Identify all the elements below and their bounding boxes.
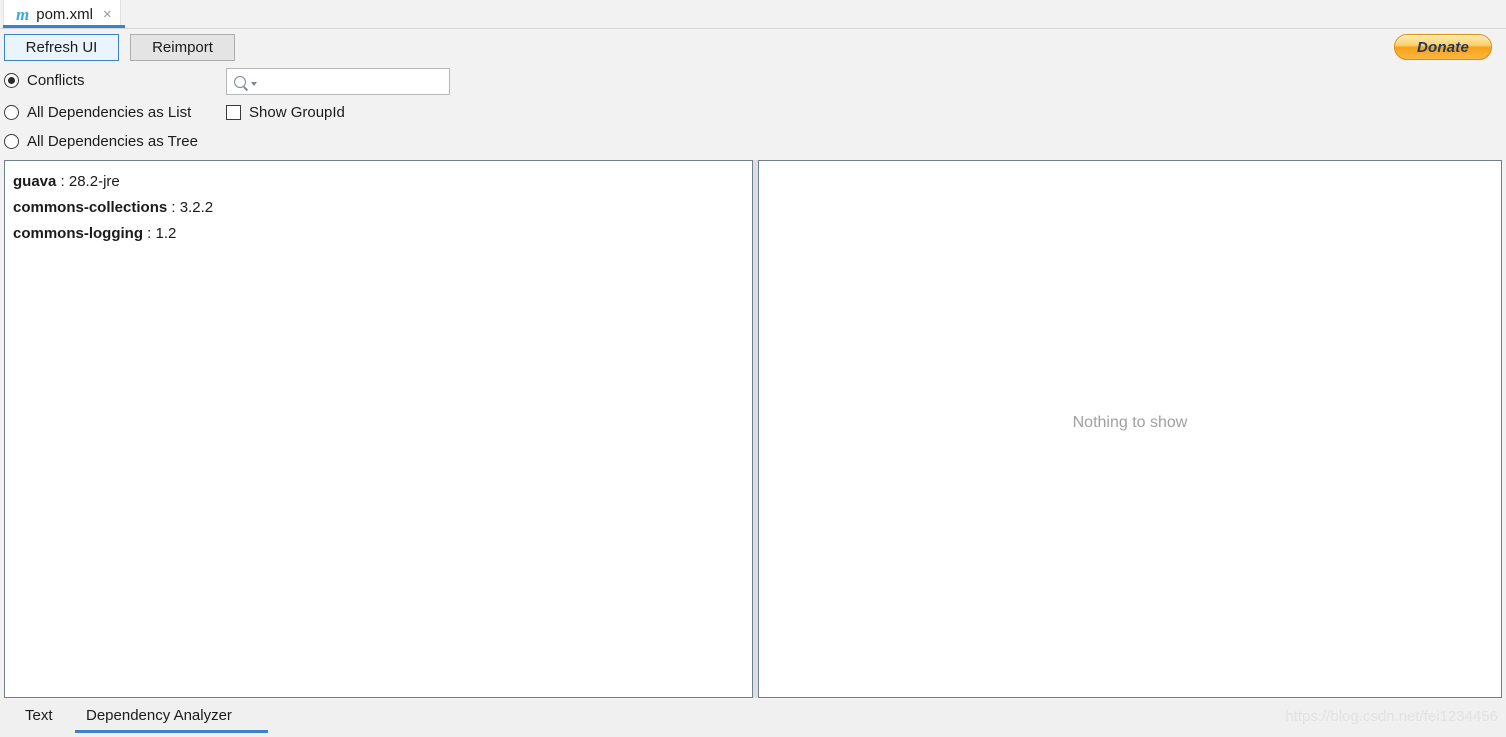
dependency-detail-panel[interactable]: Nothing to show — [758, 160, 1502, 698]
reimport-button-label: Reimport — [152, 39, 213, 56]
editor-tab-strip: m pom.xml × — [0, 0, 1506, 28]
radio-option-all-dependencies-as-list[interactable]: All Dependencies as List — [4, 104, 191, 121]
dependency-version: 28.2-jre — [68, 173, 120, 190]
dependency-separator: : — [143, 225, 156, 242]
donate-button[interactable]: Donate — [1394, 34, 1492, 60]
radio-option-all-dependencies-as-tree[interactable]: All Dependencies as Tree — [4, 133, 198, 150]
empty-state: Nothing to show — [759, 161, 1501, 697]
bottom-tab-active-indicator — [75, 730, 268, 733]
editor-tab-label: pom.xml — [36, 5, 93, 23]
dependency-version: 1.2 — [155, 225, 177, 242]
list-item[interactable]: commons-collections : 3.2.2 — [13, 195, 752, 221]
radio-option-conflicts[interactable]: Conflicts — [4, 72, 85, 89]
close-icon[interactable]: × — [103, 7, 112, 22]
radio-label-all-dependencies-as-list: All Dependencies as List — [27, 104, 192, 121]
donate-button-label: Donate — [1416, 38, 1470, 56]
empty-state-message: Nothing to show — [1072, 414, 1188, 431]
dependency-artifact-id: commons-logging — [13, 225, 143, 242]
tab-text[interactable]: Text — [25, 707, 53, 724]
reimport-button[interactable]: Reimport — [130, 34, 235, 61]
dependency-artifact-id: guava — [13, 173, 57, 190]
editor-tab-pom-xml[interactable]: m pom.xml × — [3, 0, 121, 28]
dependency-list: guava : 28.2-jre commons-collections : 3… — [5, 161, 752, 247]
tab-dependency-analyzer[interactable]: Dependency Analyzer — [86, 707, 232, 724]
checkbox-icon-show-groupid[interactable] — [226, 105, 241, 120]
radio-icon-all-dependencies-as-list[interactable] — [4, 105, 19, 120]
radio-icon-conflicts[interactable] — [4, 73, 19, 88]
search-icon — [234, 75, 246, 88]
analyzer-options: Conflicts All Dependencies as List All D… — [0, 66, 1506, 159]
dependency-separator: : — [56, 173, 69, 190]
search-field[interactable] — [226, 68, 450, 95]
radio-label-conflicts: Conflicts — [27, 72, 85, 89]
refresh-ui-button[interactable]: Refresh UI — [4, 34, 119, 61]
dependency-version: 3.2.2 — [179, 199, 214, 216]
dependency-artifact-id: commons-collections — [13, 199, 168, 216]
dependency-list-panel[interactable]: guava : 28.2-jre commons-collections : 3… — [4, 160, 753, 698]
editor-bottom-tab-bar: Text Dependency Analyzer https://blog.cs… — [0, 699, 1506, 737]
analyzer-toolbar: Refresh UI Reimport Donate — [0, 29, 1506, 66]
watermark: https://blog.csdn.net/fei1234456 — [1285, 708, 1498, 725]
list-item[interactable]: commons-logging : 1.2 — [13, 221, 752, 247]
dependency-separator: : — [167, 199, 180, 216]
radio-icon-all-dependencies-as-tree[interactable] — [4, 134, 19, 149]
list-item[interactable]: guava : 28.2-jre — [13, 169, 752, 195]
refresh-ui-button-label: Refresh UI — [25, 39, 98, 56]
radio-label-all-dependencies-as-tree: All Dependencies as Tree — [27, 133, 198, 150]
maven-m-icon: m — [16, 4, 30, 24]
checkbox-option-show-groupid[interactable]: Show GroupId — [226, 104, 345, 121]
chevron-down-icon[interactable] — [251, 81, 257, 86]
checkbox-label-show-groupid: Show GroupId — [249, 104, 345, 121]
maven-dependency-analyzer-window: m pom.xml × Refresh UI Reimport Donate C… — [0, 0, 1506, 737]
